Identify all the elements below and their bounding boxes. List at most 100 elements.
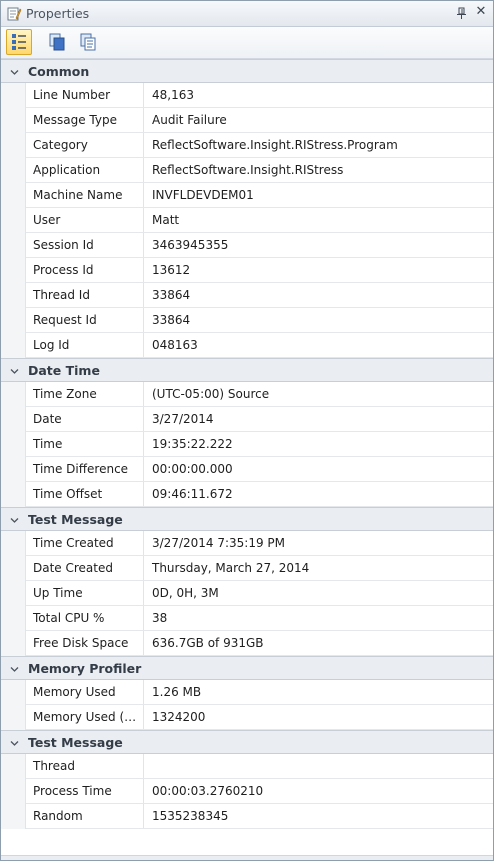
chevron-down-icon[interactable] (10, 514, 19, 523)
property-value[interactable]: 636.7GB of 931GB (144, 631, 493, 655)
property-name[interactable]: Time Difference (25, 457, 144, 481)
property-name[interactable]: Category (25, 133, 144, 157)
property-row[interactable]: Time Difference 00:00:00.000 (1, 457, 493, 482)
chevron-down-icon[interactable] (10, 663, 19, 672)
property-value[interactable]: 19:35:22.222 (144, 432, 493, 456)
property-row[interactable]: Thread Id 33864 (1, 283, 493, 308)
property-value[interactable]: Thursday, March 27, 2014 (144, 556, 493, 580)
property-row[interactable]: Time Offset 09:46:11.672 (1, 482, 493, 507)
property-value[interactable]: (UTC-05:00) Source (144, 382, 493, 406)
property-name[interactable]: Application (25, 158, 144, 182)
property-value[interactable]: 33864 (144, 308, 493, 332)
property-value[interactable]: 0D, 0H, 3M (144, 581, 493, 605)
copy-all-icon (76, 33, 100, 56)
property-name[interactable]: Thread (25, 754, 144, 778)
row-margin (1, 158, 26, 183)
property-name[interactable]: Up Time (25, 581, 144, 605)
property-name[interactable]: Memory Used (25, 680, 144, 704)
property-value[interactable] (144, 754, 493, 778)
property-name[interactable]: Date (25, 407, 144, 431)
property-value[interactable]: 38 (144, 606, 493, 630)
chevron-down-icon[interactable] (10, 365, 19, 374)
row-margin (1, 333, 26, 358)
categorized-view-button[interactable] (6, 29, 32, 55)
property-name[interactable]: Time Created (25, 531, 144, 555)
row-margin (1, 531, 26, 556)
property-row[interactable]: Total CPU % 38 (1, 606, 493, 631)
property-value[interactable]: 33864 (144, 283, 493, 307)
property-name[interactable]: Time Offset (25, 482, 144, 506)
property-row[interactable]: Process Time 00:00:03.2760210 (1, 779, 493, 804)
property-row[interactable]: Random 1535238345 (1, 804, 493, 829)
category-header[interactable]: Common (1, 59, 493, 83)
property-name[interactable]: Memory Used (Raw) (25, 705, 144, 729)
category-header[interactable]: Date Time (1, 358, 493, 382)
property-row[interactable]: Session Id 3463945355 (1, 233, 493, 258)
property-name[interactable]: Date Created (25, 556, 144, 580)
property-row[interactable]: Memory Used 1.26 MB (1, 680, 493, 705)
property-name[interactable]: Session Id (25, 233, 144, 257)
property-name[interactable]: User (25, 208, 144, 232)
property-value[interactable]: 3/27/2014 (144, 407, 493, 431)
row-margin (1, 754, 26, 779)
property-value[interactable]: 1.26 MB (144, 680, 493, 704)
property-row[interactable]: Up Time 0D, 0H, 3M (1, 581, 493, 606)
property-row[interactable]: Memory Used (Raw) 1324200 (1, 705, 493, 730)
property-value[interactable]: 048163 (144, 333, 493, 357)
property-row[interactable]: User Matt (1, 208, 493, 233)
chevron-down-icon[interactable] (10, 737, 19, 746)
property-name[interactable]: Free Disk Space (25, 631, 144, 655)
category-header[interactable]: Test Message (1, 507, 493, 531)
property-value[interactable]: 48,163 (144, 83, 493, 107)
category-header[interactable]: Test Message (1, 730, 493, 754)
property-name[interactable]: Total CPU % (25, 606, 144, 630)
property-value[interactable]: 1535238345 (144, 804, 493, 828)
property-row[interactable]: Time Zone (UTC-05:00) Source (1, 382, 493, 407)
property-value[interactable]: 1324200 (144, 705, 493, 729)
property-value[interactable]: 13612 (144, 258, 493, 282)
property-name[interactable]: Random (25, 804, 144, 828)
property-value[interactable]: Audit Failure (144, 108, 493, 132)
property-row[interactable]: Time Created 3/27/2014 7:35:19 PM (1, 531, 493, 556)
property-value[interactable]: 00:00:00.000 (144, 457, 493, 481)
property-value[interactable]: 3463945355 (144, 233, 493, 257)
copy-button[interactable] (45, 29, 71, 55)
category-header[interactable]: Memory Profiler (1, 656, 493, 680)
property-row[interactable]: Time 19:35:22.222 (1, 432, 493, 457)
property-row[interactable]: Application ReflectSoftware.Insight.RIStr… (1, 158, 493, 183)
property-name[interactable]: Time (25, 432, 144, 456)
copy-all-button[interactable] (76, 29, 102, 55)
property-row[interactable]: Line Number 48,163 (1, 83, 493, 108)
property-name[interactable]: Time Zone (25, 382, 144, 406)
property-value[interactable]: 3/27/2014 7:35:19 PM (144, 531, 493, 555)
property-value[interactable]: ReflectSoftware.Insight.RIStress.Program (144, 133, 493, 157)
close-icon[interactable]: ✕ (474, 4, 488, 20)
property-row[interactable]: Date Created Thursday, March 27, 2014 (1, 556, 493, 581)
property-name[interactable]: Message Type (25, 108, 144, 132)
panel-title-bar[interactable]: Properties ✕ (1, 1, 493, 27)
property-row[interactable]: Message Type Audit Failure (1, 108, 493, 133)
property-row[interactable]: Machine Name INVFLDEVDEM01 (1, 183, 493, 208)
property-value[interactable]: ReflectSoftware.Insight.RIStress (144, 158, 493, 182)
property-value[interactable]: 00:00:03.2760210 (144, 779, 493, 803)
property-name[interactable]: Line Number (25, 83, 144, 107)
property-value[interactable]: 09:46:11.672 (144, 482, 493, 506)
property-row[interactable]: Thread (1, 754, 493, 779)
property-name[interactable]: Request Id (25, 308, 144, 332)
property-name[interactable]: Process Id (25, 258, 144, 282)
property-row[interactable]: Free Disk Space 636.7GB of 931GB (1, 631, 493, 656)
chevron-down-icon[interactable] (10, 66, 19, 75)
property-name[interactable]: Machine Name (25, 183, 144, 207)
property-row[interactable]: Date 3/27/2014 (1, 407, 493, 432)
property-value[interactable]: Matt (144, 208, 493, 232)
property-name[interactable]: Thread Id (25, 283, 144, 307)
property-row[interactable]: Log Id 048163 (1, 333, 493, 358)
property-name[interactable]: Process Time (25, 779, 144, 803)
pin-icon[interactable] (456, 7, 468, 20)
property-value[interactable]: INVFLDEVDEM01 (144, 183, 493, 207)
property-row[interactable]: Request Id 33864 (1, 308, 493, 333)
category-label: Test Message (28, 735, 123, 750)
property-row[interactable]: Category ReflectSoftware.Insight.RIStress… (1, 133, 493, 158)
property-name[interactable]: Log Id (25, 333, 144, 357)
property-row[interactable]: Process Id 13612 (1, 258, 493, 283)
